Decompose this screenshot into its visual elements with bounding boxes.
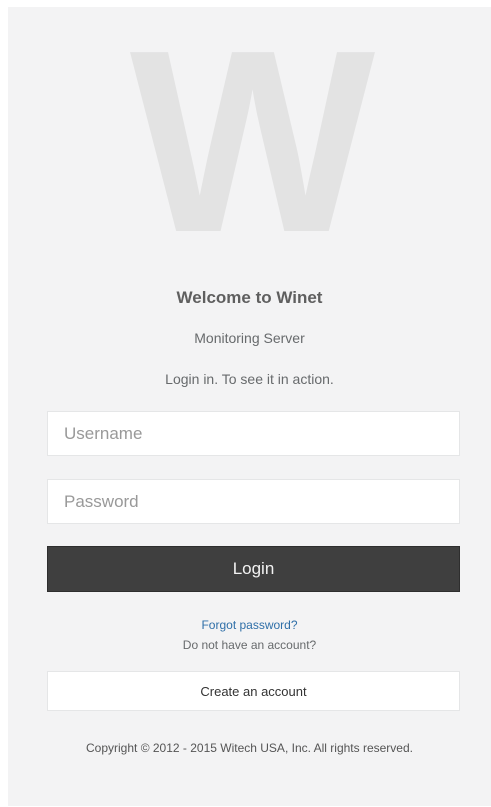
winet-logo: W bbox=[129, 0, 375, 287]
username-input[interactable] bbox=[47, 411, 460, 456]
login-button[interactable]: Login bbox=[47, 546, 460, 592]
subtitle: Monitoring Server bbox=[194, 330, 305, 346]
create-account-button[interactable]: Create an account bbox=[47, 671, 460, 711]
no-account-text: Do not have an account? bbox=[182, 638, 317, 652]
copyright-text: Copyright © 2012 - 2015 Witech USA, Inc.… bbox=[86, 741, 413, 755]
forgot-password-link[interactable]: Forgot password? bbox=[8, 618, 491, 632]
password-input[interactable] bbox=[47, 479, 460, 524]
login-panel: W Welcome to Winet Monitoring Server Log… bbox=[8, 7, 491, 806]
tagline: Login in. To see it in action. bbox=[165, 371, 334, 387]
welcome-title: Welcome to Winet bbox=[176, 288, 323, 307]
